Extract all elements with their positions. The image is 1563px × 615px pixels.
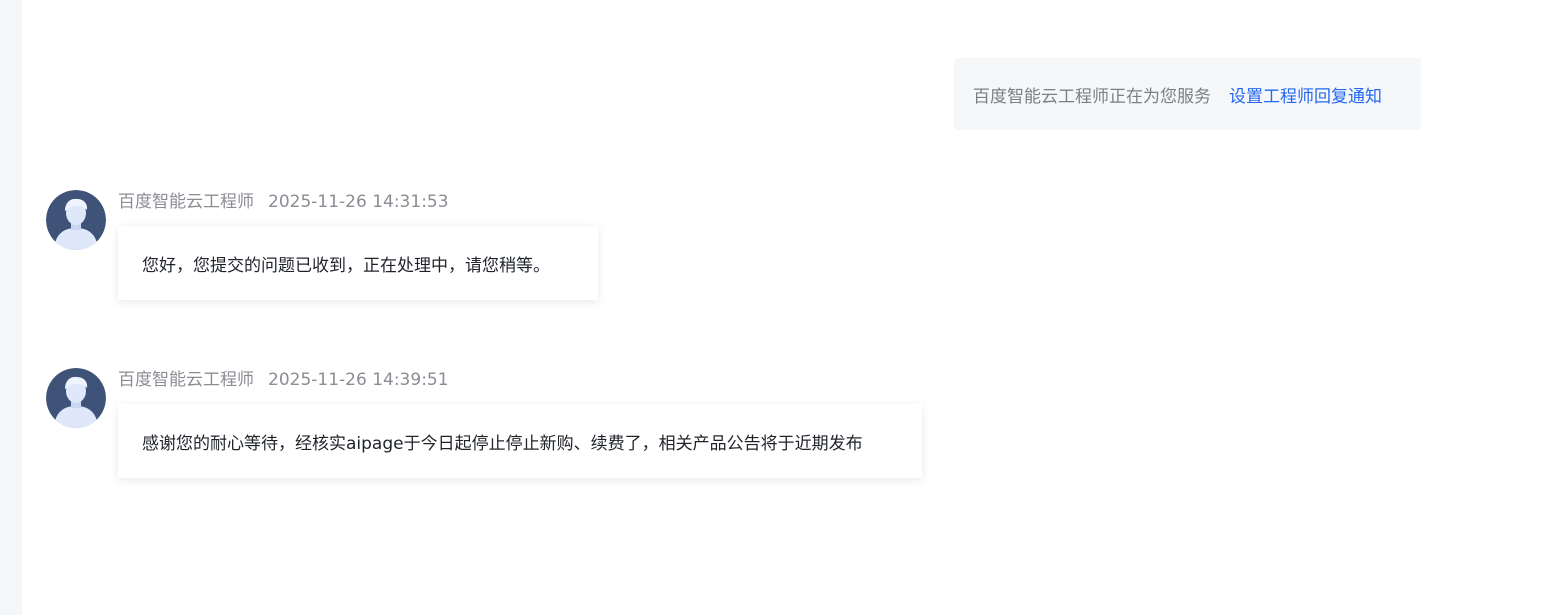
message-time: 2025-11-26 14:31:53 — [268, 192, 449, 212]
message-time: 2025-11-26 14:39:51 — [268, 370, 449, 390]
message-text: 您好，您提交的问题已收到，正在处理中，请您稍等。 — [142, 255, 550, 276]
message-meta: 百度智能云工程师 2025-11-26 14:39:51 — [118, 368, 449, 392]
sender-name: 百度智能云工程师 — [118, 370, 254, 390]
sender-name: 百度智能云工程师 — [118, 192, 254, 212]
message-text: 感谢您的耐心等待，经核实aipage于今日起停止停止新购、续费了，相关产品公告将… — [142, 433, 863, 454]
message-meta: 百度智能云工程师 2025-11-26 14:31:53 — [118, 190, 449, 214]
user-avatar-icon — [46, 368, 106, 428]
service-notice-text: 百度智能云工程师正在为您服务 — [973, 86, 1211, 107]
user-avatar-icon — [46, 190, 106, 250]
engineer-avatar — [46, 190, 106, 250]
message-bubble: 感谢您的耐心等待，经核实aipage于今日起停止停止新购、续费了，相关产品公告将… — [118, 404, 922, 478]
engineer-avatar — [46, 368, 106, 428]
left-rail — [0, 0, 22, 615]
set-reply-notification-link[interactable]: 设置工程师回复通知 — [1229, 82, 1382, 107]
service-notice: 百度智能云工程师正在为您服务 设置工程师回复通知 — [954, 58, 1421, 130]
message-bubble: 您好，您提交的问题已收到，正在处理中，请您稍等。 — [118, 226, 598, 300]
